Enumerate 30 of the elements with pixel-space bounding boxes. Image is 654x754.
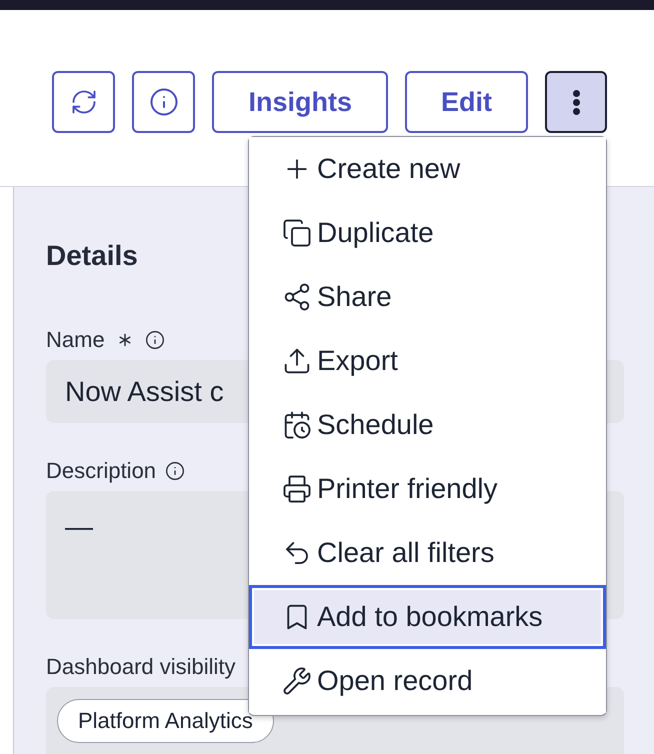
menu-item[interactable]: Share	[249, 265, 606, 329]
menu-item[interactable]: Clear all filters	[249, 521, 606, 585]
toolbar-button[interactable]: Edit	[405, 71, 528, 133]
printer-icon	[282, 474, 312, 504]
field-label: Description	[46, 458, 156, 484]
field-label: Dashboard visibility	[46, 654, 236, 680]
share-icon	[282, 282, 312, 312]
menu-item[interactable]: Add to bookmarks	[249, 585, 606, 649]
info-icon[interactable]	[144, 330, 165, 350]
refresh-button[interactable]	[52, 71, 116, 133]
info-icon[interactable]	[165, 461, 186, 481]
tag-chip: Platform Analytics	[57, 699, 274, 743]
toolbar-button[interactable]: Insights	[212, 71, 388, 133]
menu-item[interactable]: Duplicate	[249, 201, 606, 265]
more-button[interactable]	[545, 71, 607, 133]
section-title: Details	[46, 239, 138, 273]
copy-icon	[282, 218, 312, 248]
menu-item[interactable]: Schedule	[249, 393, 606, 457]
upload-icon	[282, 346, 312, 376]
calendar-clock-icon	[282, 410, 312, 440]
info-icon	[148, 87, 179, 117]
more-icon	[572, 90, 580, 114]
menu-item[interactable]: Open record	[249, 649, 606, 713]
refresh-icon	[70, 88, 98, 116]
wrench-icon	[282, 666, 312, 696]
menu-item[interactable]: Printer friendly	[249, 457, 606, 521]
field-label: Name	[46, 327, 105, 353]
menu-item[interactable]: Export	[249, 329, 606, 393]
info-button[interactable]	[132, 71, 196, 133]
menu-item[interactable]: Create new	[249, 137, 606, 201]
